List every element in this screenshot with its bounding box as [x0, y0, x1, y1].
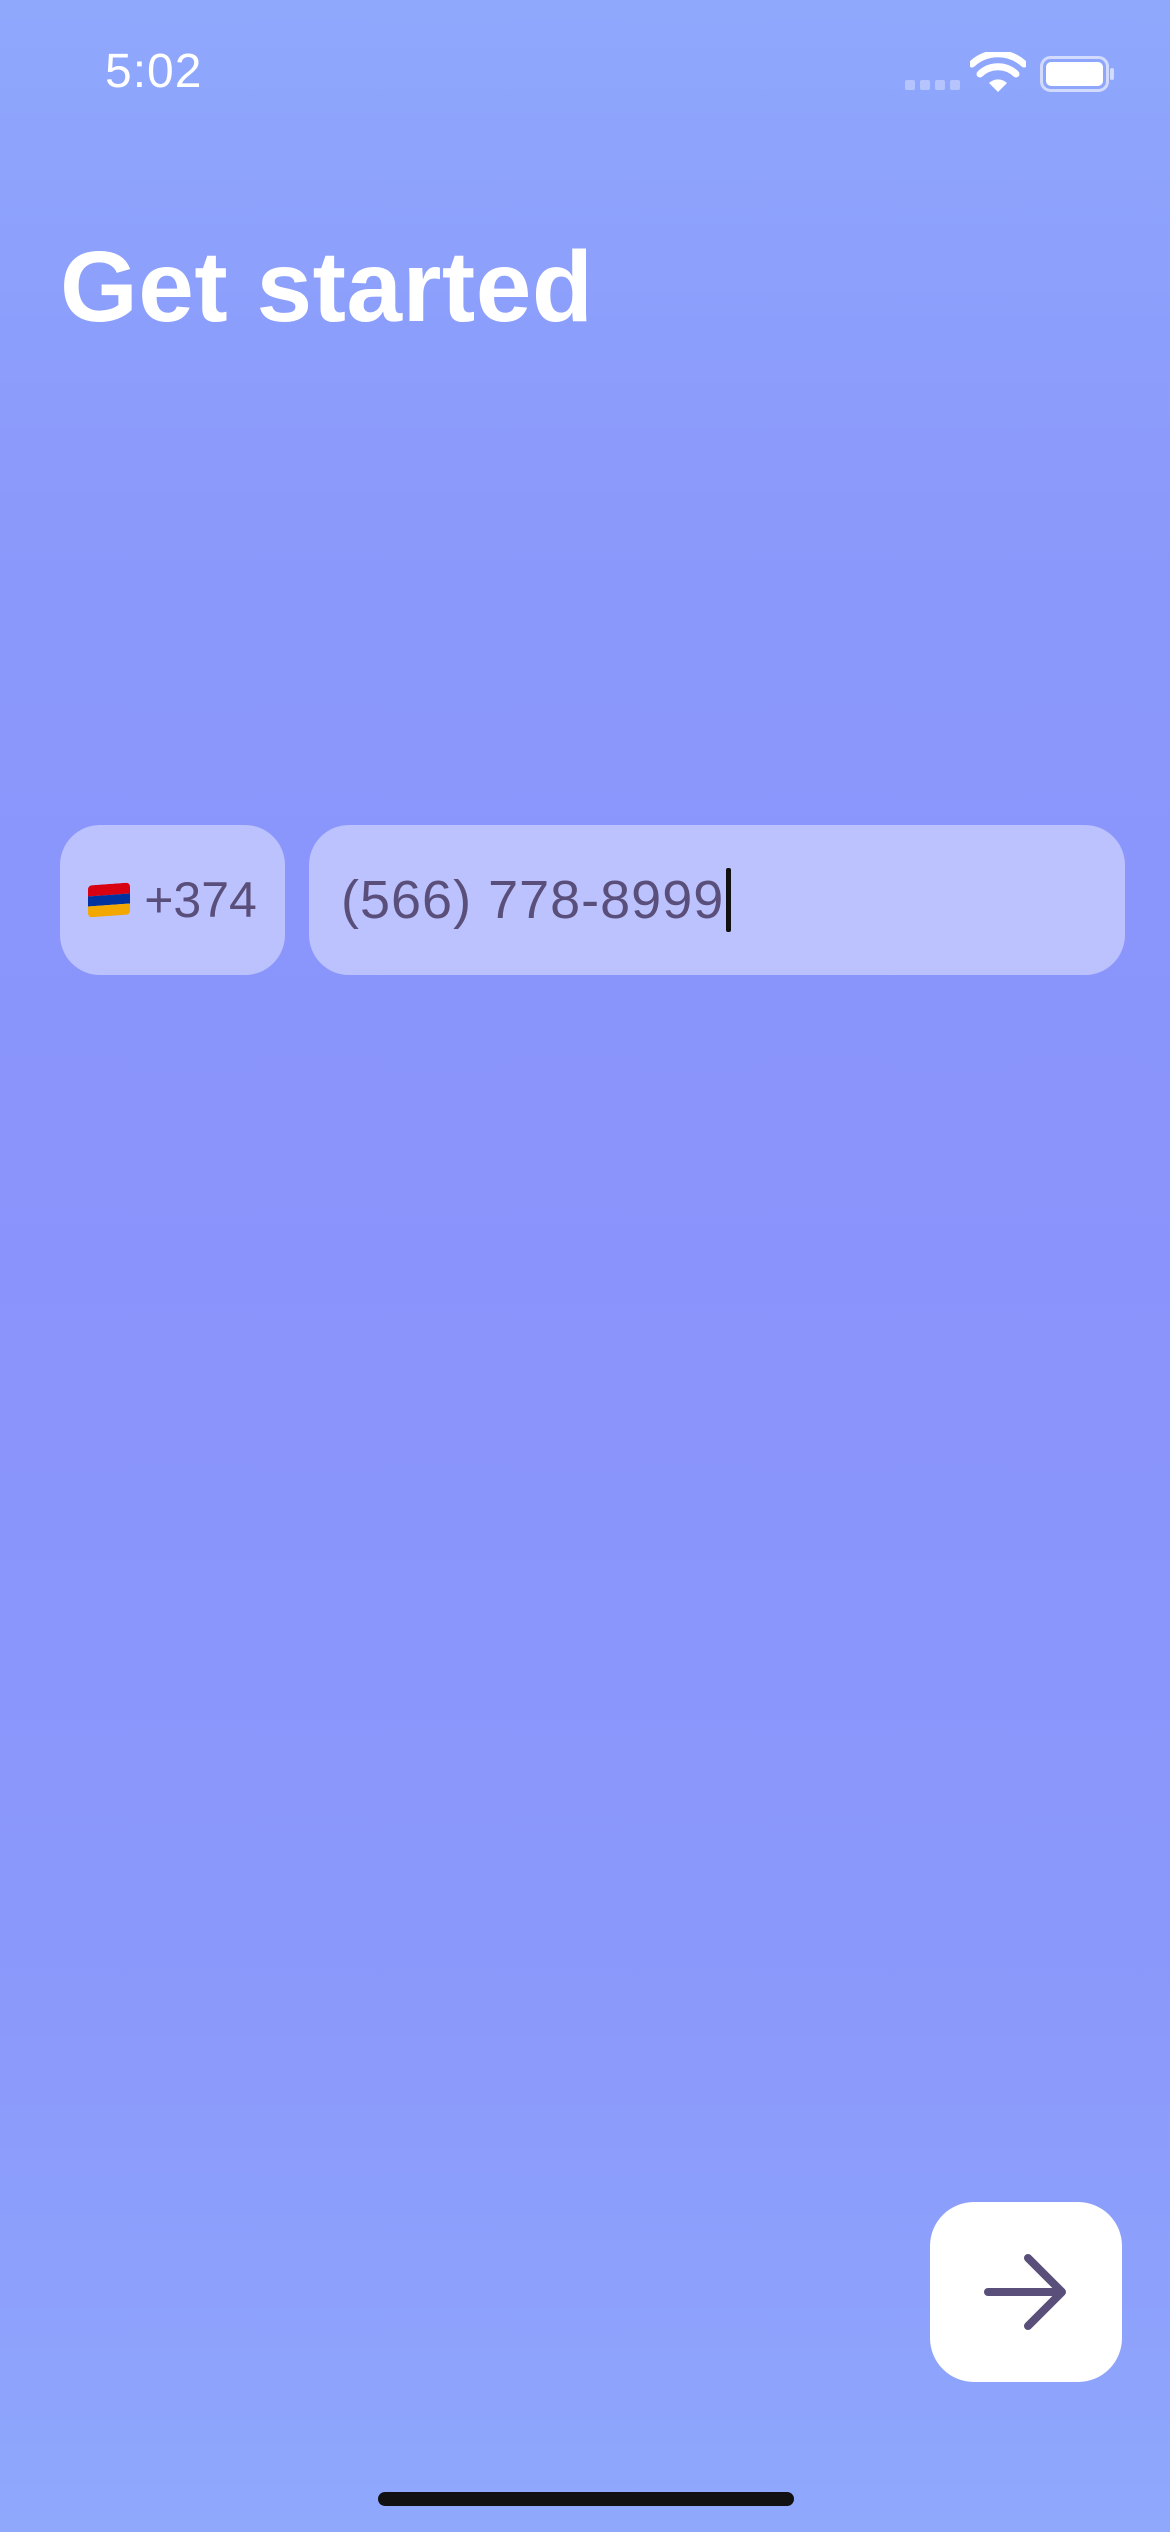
- next-button[interactable]: [930, 2202, 1122, 2382]
- arrow-right-icon: [984, 2254, 1066, 2330]
- cellular-signal-icon: [905, 80, 961, 90]
- wifi-icon: [970, 52, 1026, 92]
- battery-icon: [1040, 56, 1114, 92]
- page-title: Get started: [60, 231, 594, 343]
- status-bar: 5:02: [0, 0, 1170, 150]
- country-code-picker[interactable]: +374: [60, 825, 285, 975]
- status-time: 5:02: [105, 45, 203, 98]
- armenia-flag-icon: [88, 882, 131, 918]
- home-indicator[interactable]: [378, 2492, 794, 2506]
- phone-number-value: (566) 778-8999: [341, 870, 725, 930]
- country-code-label: +374: [144, 872, 257, 928]
- text-cursor: [726, 868, 732, 932]
- phone-number-input[interactable]: (566) 778-8999: [309, 825, 1125, 975]
